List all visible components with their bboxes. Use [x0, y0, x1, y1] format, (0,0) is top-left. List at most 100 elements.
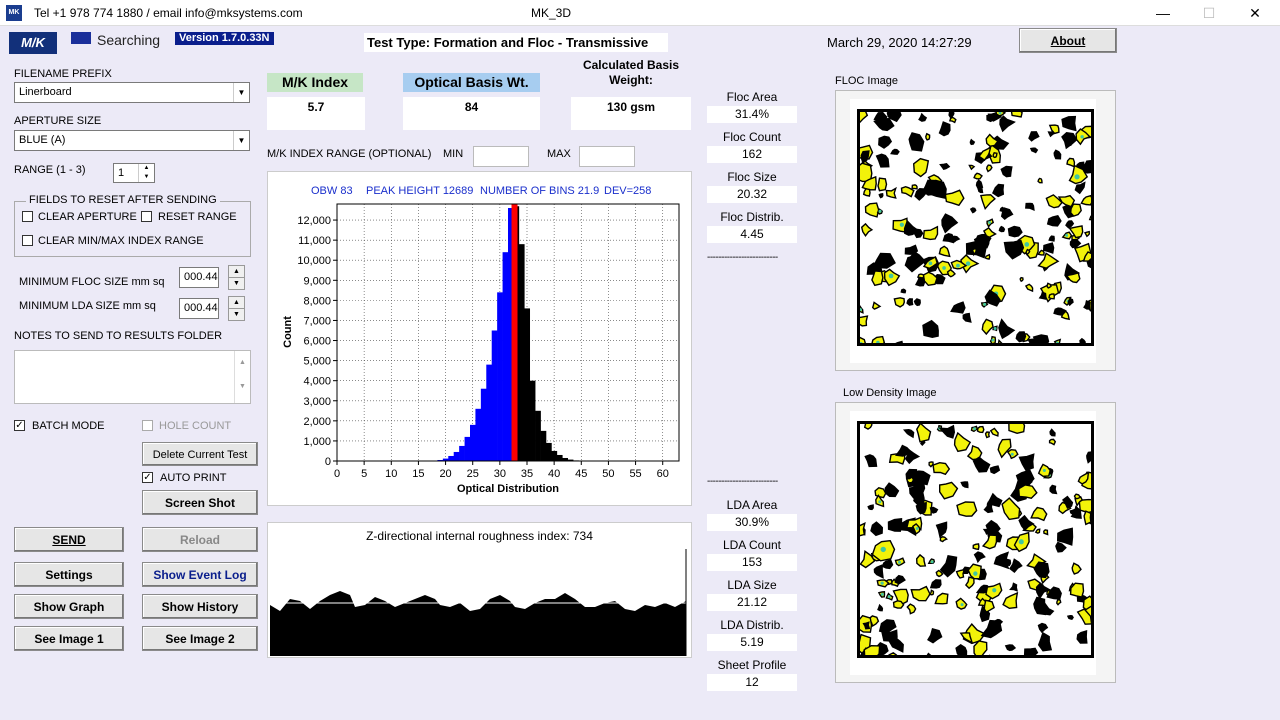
blob-shape — [985, 519, 1001, 535]
blob-core — [988, 220, 992, 224]
notes-scrollbar[interactable]: ▲ ▼ — [234, 351, 250, 403]
blob-shape — [946, 268, 957, 278]
blob-shape — [983, 599, 995, 614]
contact-info: Tel +1 978 774 1880 / email info@mksyste… — [34, 6, 303, 20]
hole-count-checkbox[interactable] — [142, 420, 153, 431]
lda-image-panel — [835, 402, 1116, 683]
x-tick-label: 0 — [334, 468, 340, 480]
blob-shape — [1067, 298, 1074, 307]
y-tick-label: 8,000 — [303, 295, 331, 307]
close-icon[interactable]: ✕ — [1232, 0, 1278, 26]
blob-shape — [1080, 194, 1091, 206]
blob-shape — [1042, 242, 1055, 254]
chart-header-text: DEV=258 — [604, 185, 651, 197]
blob-shape — [944, 189, 965, 207]
see-image-2-button[interactable]: See Image 2 — [142, 626, 258, 651]
histogram-bar — [480, 388, 487, 461]
range-spinner[interactable]: ▲ ▼ — [138, 164, 154, 182]
blob-core — [915, 527, 919, 531]
obw-label: Optical Basis Wt. — [403, 73, 540, 92]
notes-textarea[interactable]: ▲ ▼ — [14, 350, 251, 404]
blob-shape — [1071, 562, 1082, 575]
minimize-icon[interactable]: — — [1140, 0, 1186, 26]
blob-core — [973, 427, 977, 431]
y-tick-label: 7,000 — [303, 315, 331, 327]
blob-shape — [873, 564, 884, 579]
window-title: MK_3D — [531, 6, 572, 20]
screenshot-button[interactable]: Screen Shot — [142, 490, 258, 515]
blob-shape — [1078, 498, 1091, 514]
lda-stat-label: Sheet Profile — [717, 658, 787, 672]
aperture-size-select[interactable]: BLUE (A) ▼ — [14, 130, 250, 151]
blob-shape — [981, 534, 998, 550]
x-tick-label: 30 — [494, 468, 506, 480]
blob-shape — [1008, 424, 1026, 435]
blob-shape — [1033, 561, 1050, 579]
chart-header-text: OBW 83 — [311, 185, 353, 197]
range-input[interactable]: 1 ▲ ▼ — [113, 163, 155, 183]
blob-shape — [860, 222, 874, 238]
lda-stat-value: 153 — [707, 554, 797, 571]
min-floc-spinner[interactable]: ▲ ▼ — [228, 265, 245, 290]
range-label: RANGE (1 - 3) — [14, 164, 86, 176]
blob-shape — [860, 315, 869, 327]
filename-prefix-select[interactable]: Linerboard ▼ — [14, 82, 250, 103]
range-max-input[interactable] — [579, 146, 635, 167]
blob-shape — [1024, 283, 1034, 293]
show-graph-button[interactable]: Show Graph — [14, 594, 124, 619]
show-event-log-button[interactable]: Show Event Log — [142, 562, 258, 587]
blob-shape — [916, 424, 932, 443]
blob-shape — [932, 461, 951, 476]
blob-shape — [900, 288, 907, 294]
blob-shape — [953, 431, 972, 453]
blob-shape — [906, 298, 914, 306]
blob-shape — [893, 297, 906, 308]
floc-stat-value: 4.45 — [707, 226, 797, 243]
blob-shape — [1029, 147, 1039, 154]
blob-shape — [975, 179, 984, 190]
blob-shape — [905, 476, 915, 484]
about-button[interactable]: About — [1019, 28, 1117, 53]
blob-shape — [1061, 131, 1078, 150]
status-indicator-icon — [71, 32, 91, 44]
obw-marker-line — [511, 204, 518, 461]
see-image-1-button[interactable]: See Image 1 — [14, 626, 124, 651]
blob-shape — [884, 482, 900, 498]
blob-shape — [863, 644, 881, 655]
delete-test-button[interactable]: Delete Current Test — [142, 442, 258, 466]
blob-shape — [864, 454, 878, 468]
blob-shape — [973, 640, 988, 655]
auto-print-checkbox[interactable]: ✓ — [142, 472, 153, 483]
blob-core — [928, 261, 933, 266]
min-lda-spinner[interactable]: ▲ ▼ — [228, 296, 245, 321]
settings-button[interactable]: Settings — [14, 562, 124, 587]
send-button[interactable]: SEND — [14, 527, 124, 552]
blob-core — [930, 560, 934, 564]
min-lda-input[interactable]: 000.44 — [179, 298, 219, 319]
y-tick-label: 11,000 — [298, 235, 331, 247]
blob-core — [1042, 469, 1046, 473]
floc-stat-label: Floc Count — [722, 130, 782, 144]
blob-shape — [911, 184, 918, 190]
blob-shape — [860, 112, 869, 124]
chevron-down-icon[interactable]: ▼ — [233, 131, 249, 150]
mk-index-value: 5.7 — [267, 97, 365, 130]
histogram-bar — [529, 380, 536, 461]
min-floc-input[interactable]: 000.44 — [179, 267, 219, 288]
batch-mode-checkbox[interactable]: ✓ — [14, 420, 25, 431]
show-history-button[interactable]: Show History — [142, 594, 258, 619]
blob-shape — [999, 115, 1016, 133]
blob-shape — [1004, 644, 1017, 652]
reset-range-checkbox[interactable] — [141, 211, 152, 222]
histogram-bar — [502, 252, 509, 461]
maximize-icon[interactable]: ☐ — [1186, 0, 1232, 26]
fields-reset-group — [14, 201, 251, 257]
range-min-input[interactable] — [473, 146, 529, 167]
chevron-down-icon[interactable]: ▼ — [233, 83, 249, 102]
clear-aperture-checkbox[interactable] — [22, 211, 33, 222]
clear-minmax-checkbox[interactable] — [22, 235, 33, 246]
reload-button[interactable]: Reload — [142, 527, 258, 552]
blob-shape — [877, 603, 884, 612]
floc-image — [857, 109, 1094, 346]
blob-shape — [1023, 647, 1039, 655]
